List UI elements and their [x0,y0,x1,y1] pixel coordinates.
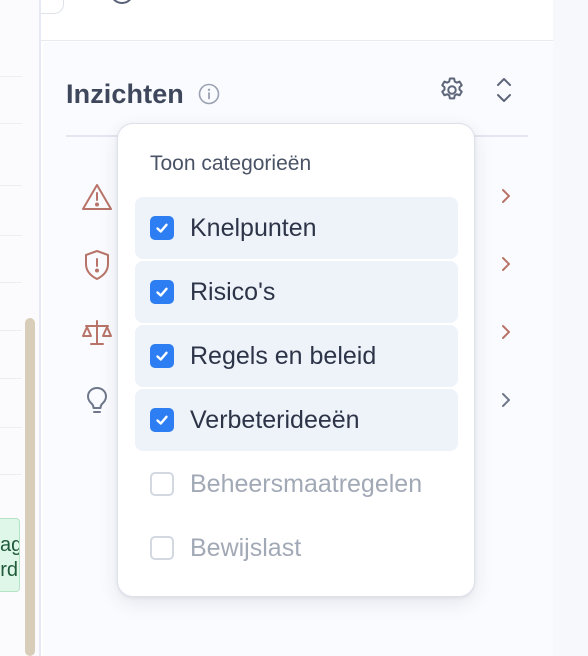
checkbox-unchecked[interactable] [150,472,174,496]
table-row [0,123,22,124]
main-content-edge: ag rd [0,0,41,656]
checkbox-checked[interactable] [150,280,174,304]
option-label: Verbeterideeën [190,405,360,434]
settings-button[interactable] [435,75,469,109]
chevron-right-icon [498,322,514,342]
option-label: Bewijslast [190,533,302,562]
status-badge-line: rd [0,559,18,581]
chevron-right-icon [498,186,514,206]
chevron-right-icon [498,390,514,410]
popover-title: Toon categorieën [150,152,312,175]
checkbox-checked[interactable] [150,344,174,368]
avatar[interactable] [110,0,134,4]
top-bar [0,0,553,41]
warning-triangle-icon [80,180,114,214]
shield-alert-icon [80,248,114,282]
status-badge: ag rd [0,518,20,592]
scales-icon [80,316,114,350]
checkbox-checked[interactable] [150,216,174,240]
chevron-right-icon [498,254,514,274]
sort-toggle-button[interactable] [489,75,519,109]
table-row [0,330,22,331]
chevron-up-down-icon [494,75,514,110]
option-label: Risico's [190,277,276,306]
table-row [0,185,22,186]
panel-title: Inzichten [66,78,184,109]
table-row [0,282,22,283]
gear-icon [437,75,467,110]
app-window: ag rd Inzichten [0,0,588,656]
lightbulb-icon [80,384,114,418]
option-bewijslast[interactable]: Bewijslast [135,517,458,579]
table-row [0,76,22,77]
table-row [0,378,22,379]
option-beheersmaatregelen[interactable]: Beheersmaatregelen [135,453,458,515]
option-risicos[interactable]: Risico's [135,261,458,323]
table-row [0,427,22,428]
scrollbar[interactable] [25,318,35,656]
option-regels-en-beleid[interactable]: Regels en beleid [135,325,458,387]
status-badge-line: ag [0,534,19,556]
right-edge [553,0,588,656]
option-label: Knelpunten [190,213,317,242]
table-row [0,474,22,475]
checkbox-unchecked[interactable] [150,536,174,560]
option-verbeterideeen[interactable]: Verbeterideeën [135,389,458,451]
option-knelpunten[interactable]: Knelpunten [135,197,458,259]
panel-header: Inzichten [66,76,220,112]
option-label: Regels en beleid [190,341,377,370]
category-filter-popover: Toon categorieën Knelpunten Risico's Reg… [117,123,475,597]
option-label: Beheersmaatregelen [190,469,423,498]
info-icon[interactable] [198,83,220,105]
checkbox-checked[interactable] [150,408,174,432]
table-row [0,235,22,236]
